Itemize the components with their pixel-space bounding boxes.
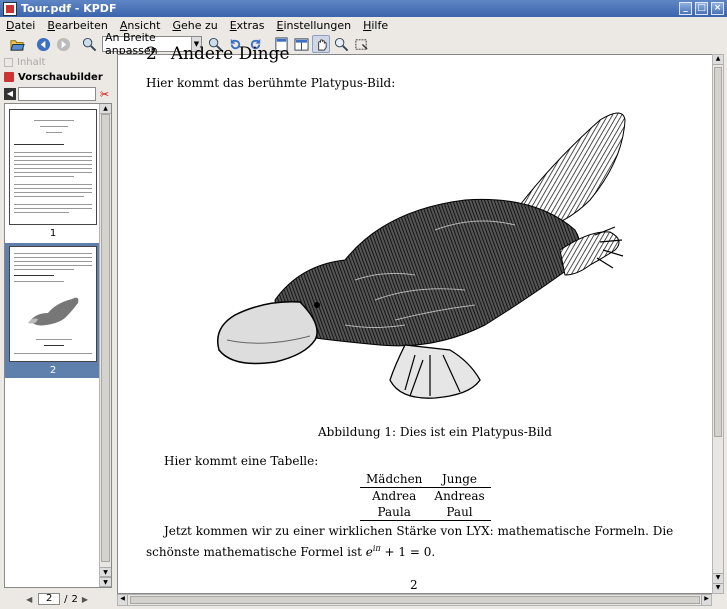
scroll-up-icon[interactable]: ▲ bbox=[100, 104, 111, 114]
tab-contents[interactable]: Inhalt bbox=[2, 56, 112, 69]
tab-thumbnails-label: Vorschaubilder bbox=[18, 71, 103, 83]
browse-tool-button[interactable] bbox=[312, 35, 330, 53]
table-cell: Paul bbox=[428, 504, 491, 521]
scroll-right-icon[interactable]: ▶ bbox=[701, 595, 711, 605]
facing-pages-icon bbox=[293, 37, 309, 51]
scroll-down-icon[interactable]: ▼ bbox=[100, 567, 111, 577]
maximize-button[interactable]: □ bbox=[695, 2, 708, 15]
previous-page-icon[interactable]: ◀ bbox=[26, 595, 34, 604]
title-bar: Tour.pdf - KPDF _ □ × bbox=[0, 0, 727, 17]
kpdf-app-icon bbox=[3, 1, 17, 16]
table-cell: Andrea bbox=[372, 489, 417, 503]
platypus-image bbox=[217, 112, 626, 399]
arrow-left-icon bbox=[36, 37, 50, 51]
horizontal-scrollbar[interactable]: ◀ ▶ bbox=[117, 594, 712, 606]
page-total: 2 bbox=[71, 593, 78, 605]
select-tool-button[interactable] bbox=[352, 35, 370, 53]
scroll-up-icon[interactable]: ▲ bbox=[713, 55, 723, 65]
thumbnail-image-2 bbox=[9, 246, 97, 362]
page-separator: / bbox=[64, 593, 68, 605]
table-row: Paula Paul bbox=[360, 504, 491, 521]
window-title: Tour.pdf - KPDF bbox=[21, 2, 117, 15]
vertical-scrollbar[interactable]: ▲ ▼ ▼ bbox=[712, 54, 724, 594]
minimize-button[interactable]: _ bbox=[679, 2, 692, 15]
thumbnail-list: 1 2 ▲ ▼ ▼ bbox=[4, 103, 112, 588]
thumbnail-filter-row: ◀ ✂ bbox=[4, 86, 112, 102]
folder-open-icon bbox=[9, 39, 25, 51]
vertical-scroll-thumb[interactable] bbox=[714, 67, 722, 437]
selection-icon bbox=[354, 38, 368, 50]
menu-extras[interactable]: Extras bbox=[230, 19, 265, 32]
menu-bearbeiten[interactable]: Bearbeiten bbox=[47, 19, 107, 32]
paragraph-2: Hier kommt eine Tabelle: bbox=[164, 454, 319, 468]
menu-hilfe[interactable]: Hilfe bbox=[363, 19, 388, 32]
table-header: Mädchen bbox=[360, 471, 429, 488]
table-cell: Andreas bbox=[434, 489, 485, 503]
thumbnail-image-1 bbox=[9, 109, 97, 225]
names-table: Mädchen Junge Andrea Andreas Paula Paul bbox=[360, 471, 491, 521]
thumbnail-number-2: 2 bbox=[49, 365, 57, 376]
thumbnail-filter-input[interactable] bbox=[18, 87, 96, 101]
thumbnail-page-1[interactable]: 1 bbox=[5, 106, 101, 241]
menu-einstellungen[interactable]: Einstellungen bbox=[277, 19, 352, 32]
thumbnails-icon bbox=[4, 72, 14, 82]
formula-exponent: iπ bbox=[372, 544, 381, 553]
contents-icon bbox=[4, 58, 13, 67]
scroll-down-end-icon[interactable]: ▼ bbox=[713, 583, 723, 593]
paragraph-3-end: + 1 = 0. bbox=[380, 545, 436, 559]
figure-caption: Abbildung 1: Dies ist ein Platypus-Bild bbox=[318, 425, 552, 439]
open-file-button[interactable] bbox=[8, 35, 26, 53]
arrow-right-icon bbox=[56, 37, 70, 51]
section-title: Andere Dinge bbox=[170, 44, 290, 64]
thumbnail-page-2[interactable]: 2 bbox=[5, 243, 101, 378]
thumbnail-platypus-image bbox=[28, 297, 79, 326]
thumbnail-scrollbar[interactable]: ▲ ▼ ▼ bbox=[99, 104, 111, 587]
page-navigator: ◀ 2 / 2 ▶ bbox=[4, 592, 112, 606]
close-button[interactable]: × bbox=[711, 2, 724, 15]
back-button[interactable] bbox=[34, 35, 52, 53]
magnifier-icon bbox=[334, 37, 348, 51]
zoom-out-button[interactable] bbox=[80, 35, 98, 53]
filter-options-icon[interactable]: ✂ bbox=[100, 88, 112, 101]
scroll-left-icon[interactable]: ◀ bbox=[118, 595, 128, 605]
clear-filter-icon[interactable]: ◀ bbox=[4, 88, 16, 100]
facing-pages-view-button[interactable] bbox=[292, 35, 310, 53]
section-heading: 2 Andere Dinge bbox=[146, 44, 290, 64]
table-cell: Paula bbox=[360, 504, 429, 521]
toolbar: An Breite anpassen ▼ bbox=[0, 31, 727, 57]
zoom-tool-button[interactable] bbox=[332, 35, 350, 53]
page-number-input[interactable]: 2 bbox=[38, 593, 61, 605]
next-page-icon[interactable]: ▶ bbox=[82, 595, 90, 604]
formula-base: e bbox=[365, 545, 373, 559]
section-number: 2 bbox=[146, 44, 157, 64]
horizontal-scroll-thumb[interactable] bbox=[130, 596, 700, 604]
paragraph-3: Jetzt kommen wir zu einer wirklichen Stä… bbox=[146, 523, 686, 561]
menu-datei[interactable]: Datei bbox=[6, 19, 35, 32]
hand-icon bbox=[317, 38, 327, 51]
paragraph-1: Hier kommt das berühmte Platypus-Bild: bbox=[146, 76, 396, 90]
thumbnail-scroll-thumb[interactable] bbox=[101, 114, 110, 562]
forward-button[interactable] bbox=[54, 35, 72, 53]
thumbnail-number-1: 1 bbox=[49, 228, 57, 239]
page-number-footer: 2 bbox=[410, 578, 418, 592]
scroll-down-icon[interactable]: ▼ bbox=[713, 573, 723, 583]
tab-thumbnails[interactable]: Vorschaubilder bbox=[2, 70, 112, 84]
scroll-down-end-icon[interactable]: ▼ bbox=[100, 577, 111, 587]
tab-contents-label: Inhalt bbox=[17, 57, 46, 68]
table-row: Andrea Andreas bbox=[360, 488, 491, 505]
table-header: Junge bbox=[428, 471, 491, 488]
zoom-out-icon bbox=[82, 37, 96, 51]
